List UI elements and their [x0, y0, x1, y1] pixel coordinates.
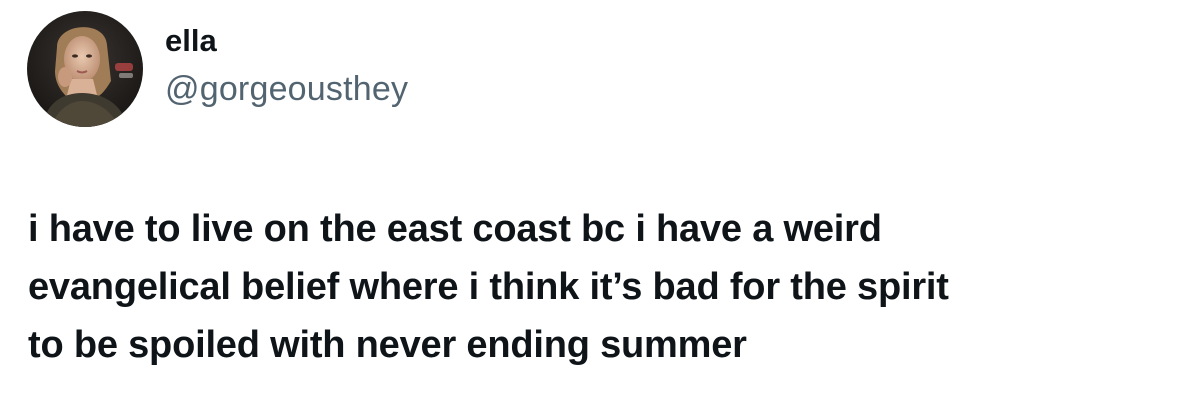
- tweet-header: ella @gorgeousthey: [27, 11, 408, 127]
- tweet-text-line: to be spoiled with never ending summer: [28, 324, 747, 366]
- display-name[interactable]: ella: [165, 22, 408, 60]
- tweet-card: ella @gorgeousthey i have to live on the…: [0, 0, 1179, 404]
- tweet-text-line: i have to live on the east coast bc i ha…: [28, 208, 882, 250]
- avatar-photo-icon: [27, 11, 143, 127]
- user-handle[interactable]: @gorgeousthey: [165, 68, 408, 110]
- avatar[interactable]: [27, 11, 143, 127]
- tweet-text-line: evangelical belief where i think it’s ba…: [28, 266, 949, 308]
- tweet-text: i have to live on the east coast bc i ha…: [28, 200, 1168, 374]
- author-names: ella @gorgeousthey: [165, 22, 408, 110]
